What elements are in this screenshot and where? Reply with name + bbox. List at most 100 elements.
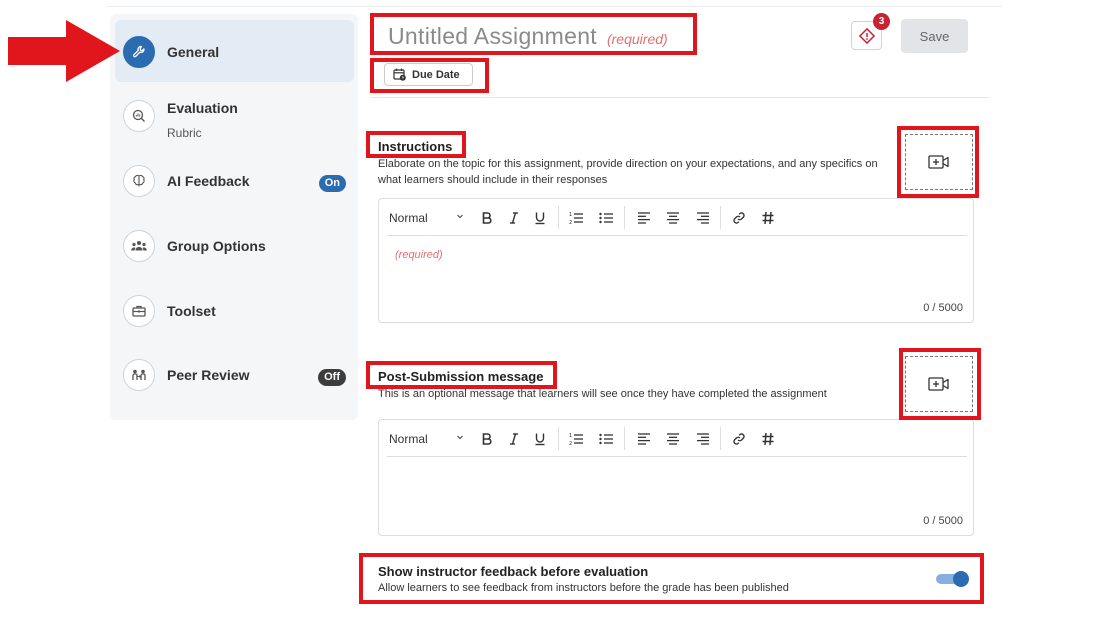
- svg-text:2: 2: [569, 441, 572, 446]
- toolbar-divider: [558, 427, 559, 450]
- settings-sidebar: General Evaluation Rubric AI Feedback On…: [110, 14, 358, 420]
- assignment-title[interactable]: Untitled Assignment: [388, 23, 597, 50]
- title-required-hint: (required): [606, 31, 668, 47]
- show-feedback-toggle[interactable]: [936, 571, 969, 587]
- toolbar-divider: [720, 206, 721, 229]
- sidebar-item-label: Peer Review: [167, 367, 250, 383]
- align-right-icon: [697, 212, 709, 224]
- align-left-button[interactable]: [636, 429, 652, 449]
- align-right-icon: [697, 433, 709, 445]
- header-divider: [370, 97, 990, 98]
- save-button[interactable]: Save: [901, 19, 968, 53]
- instructions-editor[interactable]: Normal 12 (required) 0 / 5000: [378, 198, 974, 323]
- link-button[interactable]: [731, 208, 747, 228]
- svg-text:1: 1: [569, 212, 572, 218]
- instructions-title: Instructions: [378, 139, 453, 154]
- alert-count-badge: 3: [873, 13, 890, 30]
- assignment-title-field[interactable]: Untitled Assignment (required): [388, 23, 668, 50]
- sidebar-item-label: Toolset: [167, 303, 216, 319]
- align-right-button[interactable]: [695, 208, 711, 228]
- red-arrow-annotation: [8, 20, 120, 82]
- toolbar-divider: [558, 206, 559, 229]
- underline-button[interactable]: [532, 429, 548, 449]
- sidebar-item-peer-review[interactable]: Peer Review Off: [115, 343, 354, 405]
- format-select[interactable]: Normal: [389, 208, 465, 228]
- ordered-list-button[interactable]: 12: [568, 429, 584, 449]
- bold-icon: [482, 212, 492, 224]
- hashtag-button[interactable]: [760, 429, 776, 449]
- warning-diamond-icon: [858, 27, 875, 44]
- group-icon: [123, 230, 155, 262]
- ordered-list-icon: 12: [569, 212, 583, 225]
- link-icon: [733, 212, 745, 224]
- italic-button[interactable]: [506, 208, 522, 228]
- underline-icon: [535, 433, 545, 446]
- format-select[interactable]: Normal: [389, 429, 465, 449]
- toolbar-divider: [720, 427, 721, 450]
- top-divider: [106, 6, 1003, 7]
- post-submission-add-media-button[interactable]: [905, 356, 973, 412]
- sidebar-item-ai-feedback[interactable]: AI Feedback On: [115, 149, 354, 211]
- peer-review-status-badge: Off: [318, 369, 346, 386]
- instructions-placeholder: (required): [395, 249, 443, 261]
- sidebar-item-toolset[interactable]: Toolset: [115, 279, 354, 341]
- due-date-button[interactable]: Due Date: [384, 63, 473, 86]
- hashtag-icon: [762, 211, 774, 225]
- toolbar-divider: [624, 206, 625, 229]
- toolbar-divider: [624, 427, 625, 450]
- add-video-icon: [928, 377, 949, 391]
- chart-magnifier-icon: [123, 100, 155, 132]
- post-submission-character-counter: 0 / 5000: [923, 515, 963, 527]
- align-center-button[interactable]: [665, 429, 681, 449]
- post-submission-title: Post-Submission message: [378, 369, 544, 384]
- toggle-knob: [953, 571, 969, 587]
- toolbar-divider: [387, 235, 967, 236]
- bullet-list-button[interactable]: [598, 208, 614, 228]
- calendar-clock-icon: [393, 68, 406, 81]
- sidebar-item-label: Evaluation: [167, 100, 238, 116]
- underline-icon: [535, 212, 545, 225]
- italic-icon: [510, 433, 518, 445]
- italic-icon: [510, 212, 518, 224]
- align-center-icon: [667, 433, 679, 445]
- sidebar-item-label: Group Options: [167, 238, 266, 254]
- wrench-icon: [123, 36, 155, 68]
- post-submission-description: This is an optional message that learner…: [378, 388, 827, 400]
- sidebar-item-evaluation[interactable]: Evaluation Rubric: [115, 84, 354, 146]
- link-button[interactable]: [731, 429, 747, 449]
- brain-icon: [123, 165, 155, 197]
- hashtag-button[interactable]: [760, 208, 776, 228]
- svg-text:2: 2: [569, 220, 572, 225]
- underline-button[interactable]: [532, 208, 548, 228]
- show-feedback-title: Show instructor feedback before evaluati…: [378, 564, 649, 579]
- bold-button[interactable]: [479, 429, 495, 449]
- bullet-list-icon: [598, 212, 613, 224]
- bold-button[interactable]: [479, 208, 495, 228]
- sidebar-item-sublabel: Rubric: [167, 126, 202, 140]
- italic-button[interactable]: [506, 429, 522, 449]
- sidebar-item-label: General: [167, 44, 220, 60]
- instructions-description: Elaborate on the topic for this assignme…: [378, 158, 878, 186]
- format-select-value: Normal: [389, 211, 428, 225]
- instructions-add-media-button[interactable]: [905, 134, 973, 190]
- align-left-icon: [638, 212, 650, 224]
- ai-feedback-status-badge: On: [318, 175, 346, 192]
- align-left-icon: [638, 433, 650, 445]
- post-submission-toolbar: Normal 12: [379, 420, 973, 457]
- link-icon: [733, 433, 745, 445]
- chevron-down-icon: [457, 435, 463, 440]
- format-select-value: Normal: [389, 432, 428, 446]
- post-submission-editor[interactable]: Normal 12 0 / 5000: [378, 419, 974, 536]
- ordered-list-button[interactable]: 12: [568, 208, 584, 228]
- sidebar-item-label: AI Feedback: [167, 173, 250, 189]
- peer-review-icon: [123, 359, 155, 391]
- align-left-button[interactable]: [636, 208, 652, 228]
- sidebar-item-general[interactable]: General: [115, 20, 354, 82]
- toolbar-divider: [387, 456, 967, 457]
- align-center-button[interactable]: [665, 208, 681, 228]
- sidebar-item-group-options[interactable]: Group Options: [115, 214, 354, 276]
- bullet-list-button[interactable]: [598, 429, 614, 449]
- chevron-down-icon: [457, 214, 463, 219]
- bold-icon: [482, 433, 492, 445]
- align-right-button[interactable]: [695, 429, 711, 449]
